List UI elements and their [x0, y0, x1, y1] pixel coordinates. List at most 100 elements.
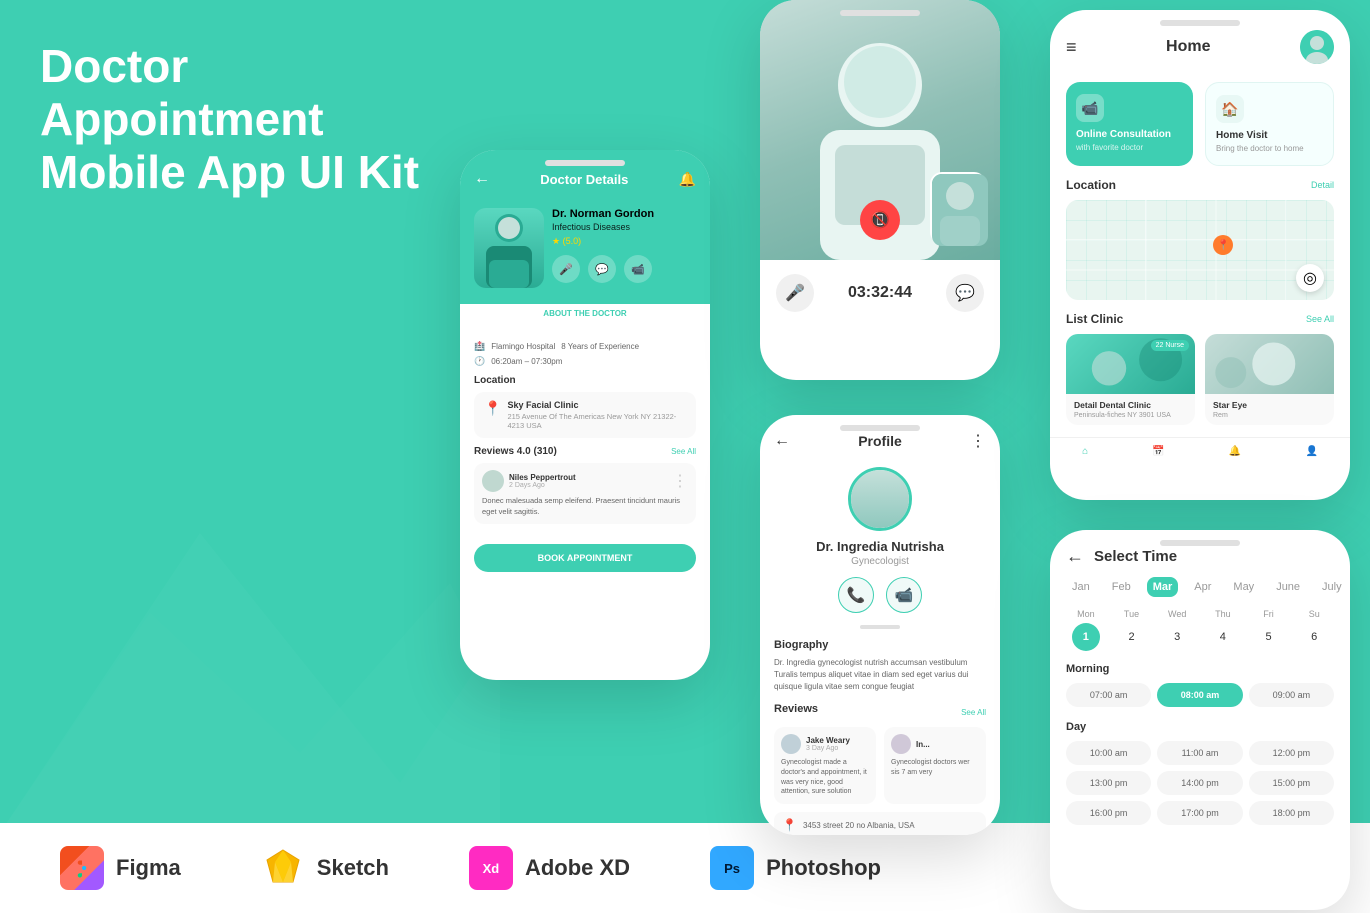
p5-time-900[interactable]: 09:00 am	[1249, 683, 1334, 707]
sketch-tool: Sketch	[261, 846, 389, 890]
figma-tool: Figma	[60, 846, 181, 890]
p5-morning-times: 07:00 am 08:00 am 09:00 am	[1050, 683, 1350, 717]
sketch-label: Sketch	[317, 855, 389, 881]
p3-divider	[860, 625, 900, 629]
p5-day-sat[interactable]: Su 6	[1294, 609, 1334, 651]
p1-doctor-image	[474, 208, 544, 288]
p4-target-btn[interactable]: ◎	[1296, 264, 1324, 292]
p5-time-1200[interactable]: 12:00 pm	[1249, 741, 1334, 765]
p4-home-visit-card[interactable]: 🏠 Home Visit Bring the doctor to home	[1205, 82, 1334, 166]
sketch-icon	[261, 846, 305, 890]
background-mountains	[0, 433, 500, 833]
p1-review-card: Niles Peppertrout 2 Days Ago ⋮ Donec mal…	[474, 463, 696, 524]
p5-month-jan[interactable]: Jan	[1066, 577, 1096, 597]
p2-end-call-btn[interactable]: 📵	[860, 200, 900, 240]
p3-dots-icon[interactable]: ⋮	[970, 431, 986, 451]
p5-month-july[interactable]: July	[1316, 577, 1348, 597]
p5-morning-title: Morning	[1050, 663, 1350, 675]
photoshop-label: Photoshop	[766, 855, 881, 881]
p5-back-icon[interactable]: ←	[1066, 546, 1084, 567]
p2-mute-btn[interactable]: 🎤	[776, 274, 814, 312]
p1-mic-btn[interactable]: 🎤	[552, 255, 580, 283]
p1-about-btn[interactable]: ABOUT THE DOCTOR	[474, 304, 696, 323]
p1-video-btn[interactable]: 📹	[624, 255, 652, 283]
p4-clinic-card-1[interactable]: 22 Nurse Detail Dental Clinic Peninsula-…	[1066, 334, 1195, 425]
p3-rev1-avatar	[781, 734, 801, 754]
p4-nav-profile[interactable]: 👤	[1305, 446, 1317, 457]
p1-doctor-info: Dr. Norman Gordon Infectious Diseases ★ …	[552, 208, 696, 283]
p5-time-1700[interactable]: 17:00 pm	[1157, 801, 1242, 825]
p1-header-title: Doctor Details	[540, 172, 628, 187]
p2-small-video	[930, 172, 986, 244]
p4-header: ≡ Home	[1050, 10, 1350, 74]
p2-video-area: 📵	[760, 0, 1000, 260]
p5-time-1800[interactable]: 18:00 pm	[1249, 801, 1334, 825]
p4-online-consult-card[interactable]: 📹 Online Consultation with favorite doct…	[1066, 82, 1193, 166]
p4-nav-home[interactable]: ⌂	[1082, 446, 1088, 457]
adobexd-tool: Xd Adobe XD	[469, 846, 630, 890]
p1-body: 🏥 Flamingo Hospital 8 Years of Experienc…	[460, 333, 710, 540]
photoshop-tool: Ps Photoshop	[710, 846, 881, 890]
p1-chat-btn[interactable]: 💬	[588, 255, 616, 283]
p3-profile-section: Dr. Ingredia Nutrisha Gynecologist 📞 📹	[760, 461, 1000, 625]
p3-review-2: In... Gynecologist doctors wer sis 7 am …	[884, 727, 986, 804]
p1-review-dots[interactable]: ⋮	[672, 471, 688, 491]
p1-action-buttons: 🎤 💬 📹	[552, 255, 696, 283]
p5-time-1400[interactable]: 14:00 pm	[1157, 771, 1242, 795]
p5-day-wed[interactable]: Wed 3	[1157, 609, 1197, 651]
p5-time-1100[interactable]: 11:00 am	[1157, 741, 1242, 765]
p5-day-title: Day	[1050, 717, 1350, 741]
p3-phone-btn[interactable]: 📞	[838, 577, 874, 613]
p1-bell-icon[interactable]: 🔔	[679, 171, 696, 188]
p5-day-tue[interactable]: Tue 2	[1112, 609, 1152, 651]
p3-video-btn[interactable]: 📹	[886, 577, 922, 613]
p5-days: Mon 1 Tue 2 Wed 3 Thu 4 Fri 5 Su 6	[1050, 609, 1350, 663]
p1-header: ← Doctor Details 🔔	[460, 150, 710, 200]
p5-month-mar[interactable]: Mar	[1147, 577, 1179, 597]
figma-label: Figma	[116, 855, 181, 881]
p4-user-avatar[interactable]	[1300, 30, 1334, 64]
p2-bottom-controls: 🎤 03:32:44 💬	[760, 260, 1000, 326]
p2-chat-btn[interactable]: 💬	[946, 274, 984, 312]
p4-clinic-card-2[interactable]: Star Eye Rem	[1205, 334, 1334, 425]
p4-clinic-list-header: List Clinic See All	[1050, 312, 1350, 334]
p5-day-thu[interactable]: Thu 4	[1203, 609, 1243, 651]
p3-contact-buttons: 📞 📹	[838, 577, 922, 613]
xd-label: Adobe XD	[525, 855, 630, 881]
p5-time-1000[interactable]: 10:00 am	[1066, 741, 1151, 765]
p1-back-icon[interactable]: ←	[474, 170, 490, 188]
phone5-select-time: ← Select Time Jan Feb Mar Apr May June J…	[1050, 530, 1350, 910]
p3-location-row: 📍 3453 street 20 no Albania, USA	[774, 812, 986, 835]
p3-back-icon[interactable]: ←	[774, 432, 790, 450]
p4-video-icon: 📹	[1076, 94, 1104, 122]
p5-time-1500[interactable]: 15:00 pm	[1249, 771, 1334, 795]
p5-month-may[interactable]: May	[1227, 577, 1260, 597]
phone3-profile: ← Profile ⋮ Dr. Ingredia Nutrisha Gyneco…	[760, 415, 1000, 835]
p3-body: Biography Dr. Ingredia gynecologist nutr…	[760, 639, 1000, 835]
p4-map-roads	[1066, 200, 1334, 300]
figma-icon	[60, 846, 104, 890]
p5-day-fri[interactable]: Fri 5	[1249, 609, 1289, 651]
p4-home-icon: 🏠	[1216, 95, 1244, 123]
p5-time-1300[interactable]: 13:00 pm	[1066, 771, 1151, 795]
p1-reviewer-avatar	[482, 470, 504, 492]
p4-map[interactable]: 📍 ◎	[1066, 200, 1334, 300]
p4-clinic1-badge: 22 Nurse	[1151, 340, 1189, 351]
p5-month-june[interactable]: June	[1270, 577, 1306, 597]
p2-call-timer: 03:32:44	[848, 284, 912, 302]
p5-month-apr[interactable]: Apr	[1188, 577, 1217, 597]
p5-time-700[interactable]: 07:00 am	[1066, 683, 1151, 707]
p4-nav-bell[interactable]: 🔔	[1229, 446, 1241, 457]
p1-book-btn[interactable]: BOOK APPOINTMENT	[474, 544, 696, 572]
p5-day-mon[interactable]: Mon 1	[1066, 609, 1106, 651]
p1-location-card: 📍 Sky Facial Clinic 215 Avenue Of The Am…	[474, 392, 696, 438]
p4-nav-calendar[interactable]: 📅	[1152, 446, 1164, 457]
phone4-home: ≡ Home 📹 Online Consultation with favori…	[1050, 10, 1350, 500]
p5-time-800[interactable]: 08:00 am	[1157, 683, 1242, 707]
p5-month-feb[interactable]: Feb	[1106, 577, 1137, 597]
phone2-video-call: 📵 🎤 03:32:44 💬	[760, 0, 1000, 380]
p4-menu-icon[interactable]: ≡	[1066, 37, 1077, 58]
p1-reviews-header: Reviews 4.0 (310) See All	[474, 446, 696, 457]
p5-months: Jan Feb Mar Apr May June July Aug	[1050, 577, 1350, 609]
p5-time-1600[interactable]: 16:00 pm	[1066, 801, 1151, 825]
